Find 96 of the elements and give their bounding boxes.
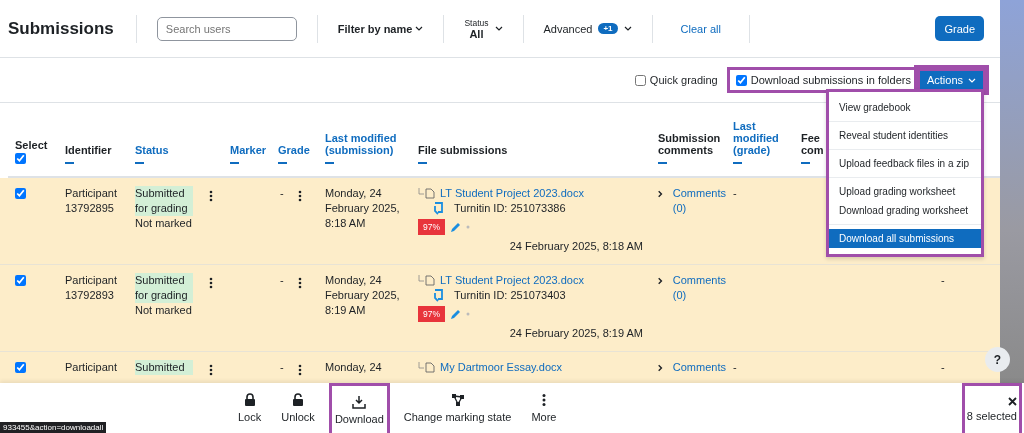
advanced-filter[interactable]: Advanced +1 — [523, 22, 652, 35]
grade-button[interactable]: Grade — [935, 16, 984, 41]
column-header[interactable]: Grade — [278, 144, 318, 156]
column-header[interactable]: Marker — [230, 144, 271, 156]
checkbox-label[interactable]: Quick grading — [649, 74, 718, 86]
feedback-text: - — [941, 361, 945, 373]
column-header: Identifier — [65, 144, 113, 156]
marking-state: Not marked — [135, 304, 192, 316]
modified-date: Monday, 24 — [325, 360, 383, 375]
row-checkbox[interactable] — [15, 188, 26, 199]
grade-modified-text: - — [733, 361, 737, 373]
chevron-down-icon — [415, 26, 424, 31]
lock-icon — [242, 393, 257, 407]
menu-item[interactable]: Reveal student identities — [829, 126, 981, 145]
file-link[interactable]: LT Student Project 2023.docx — [440, 273, 584, 288]
column-header: File submissions — [418, 144, 509, 156]
feedback-text: - — [941, 274, 945, 286]
menu-item[interactable]: View gradebook — [829, 98, 981, 117]
chevron-right-icon[interactable] — [658, 189, 663, 199]
column-header[interactable]: Last modified (grade) — [733, 120, 794, 156]
nodes-icon — [450, 393, 465, 407]
comments-link[interactable]: Comments (0) — [672, 273, 726, 303]
column-header: Fee com — [801, 132, 821, 156]
search-field[interactable]: Search users — [156, 16, 297, 41]
kebab-icon[interactable] — [209, 277, 213, 289]
marking-state: Not marked — [135, 217, 192, 229]
identifier-text: Participant — [65, 361, 117, 373]
kebab-icon[interactable] — [209, 190, 213, 202]
status-badge: Submitted — [135, 360, 193, 375]
chevron-down-icon — [623, 26, 632, 31]
comments-link[interactable]: Comments (0) — [672, 186, 726, 216]
column-header: Submission comments — [658, 132, 722, 156]
chevron-right-icon[interactable] — [658, 276, 663, 286]
grade-text: - — [280, 273, 284, 288]
row-checkbox[interactable] — [15, 362, 26, 373]
file-tree-icon — [418, 188, 436, 199]
status-url: 933455&action=downloadall — [0, 422, 107, 433]
grade-text: - — [280, 360, 284, 375]
kebab-icon[interactable] — [297, 364, 302, 376]
kebab-icon[interactable] — [297, 190, 302, 202]
file-date: 24 February 2025, 8:18 AM — [509, 240, 643, 252]
file-tree-icon — [418, 275, 436, 286]
menu-item[interactable]: Download grading worksheet — [829, 201, 981, 220]
kebab-icon[interactable] — [209, 364, 213, 376]
file-link[interactable]: My Dartmoor Essay.docx — [440, 360, 563, 375]
column-header[interactable]: Last modified (submission) — [325, 132, 411, 156]
kebab-icon[interactable] — [297, 277, 302, 289]
column-header[interactable]: Status — [135, 144, 223, 156]
row-checkbox[interactable] — [15, 275, 26, 286]
close-icon[interactable] — [1008, 397, 1017, 406]
dot-icon — [466, 225, 470, 229]
selection-count: 8 selected — [966, 410, 1017, 422]
file-link[interactable]: LT Student Project 2023.docx — [440, 186, 584, 201]
column-header: Select — [15, 139, 49, 151]
actions-button[interactable]: Actions — [916, 68, 986, 92]
clear-all-link[interactable]: Clear all — [652, 22, 749, 35]
identifier-text: Participant 13792893 — [65, 274, 117, 301]
menu-item[interactable]: Upload grading worksheet — [829, 182, 981, 201]
status-badge: Submitted for grading — [135, 186, 193, 216]
similarity-score[interactable]: 97% — [418, 219, 445, 235]
pencil-icon[interactable] — [450, 221, 461, 233]
turnitin-id: Turnitin ID: 251073403 — [454, 288, 566, 303]
grade-modified-text: - — [733, 187, 737, 199]
bulk-action-button[interactable]: Unlock — [275, 383, 321, 433]
comments-link[interactable]: Comments — [672, 360, 726, 375]
checkbox-label[interactable]: Download submissions in folders — [750, 74, 911, 86]
menu-item[interactable]: Upload feedback files in a zip — [829, 154, 981, 173]
select-all-checkbox[interactable] — [15, 153, 26, 164]
similarity-score[interactable]: 97% — [418, 306, 445, 322]
status-filter[interactable]: Status All — [444, 17, 523, 40]
bulk-action-button[interactable]: Download — [328, 383, 390, 433]
page-title: Submissions — [8, 18, 115, 39]
chevron-right-icon[interactable] — [658, 363, 663, 373]
chevron-down-icon — [494, 26, 503, 31]
modified-date: Monday, 24 February 2025, 8:19 AM — [325, 273, 401, 318]
status-badge: Submitted for grading — [135, 273, 193, 303]
modified-date: Monday, 24 February 2025, 8:18 AM — [325, 186, 401, 231]
file-tree-icon — [418, 362, 436, 373]
turnitin-icon[interactable] — [432, 201, 444, 216]
grade-text: - — [280, 186, 284, 201]
identifier-text: Participant 13792895 — [65, 187, 117, 214]
download-icon — [352, 394, 367, 409]
checkbox[interactable] — [735, 74, 747, 86]
checkbox[interactable] — [634, 74, 646, 86]
turnitin-icon[interactable] — [432, 288, 444, 303]
filter-by-name-button[interactable]: Filter by name — [317, 22, 444, 35]
menu-item[interactable]: Download all submissions — [829, 229, 981, 248]
chevron-down-icon — [968, 77, 976, 83]
pencil-icon[interactable] — [450, 308, 461, 320]
file-date: 24 February 2025, 8:19 AM — [509, 327, 643, 339]
turnitin-id: Turnitin ID: 251073386 — [454, 201, 566, 216]
bulk-action-button[interactable]: More — [525, 383, 563, 433]
bulk-action-button[interactable]: Lock — [232, 383, 268, 433]
unlock-icon — [291, 393, 306, 407]
bulk-action-button[interactable]: Change marking state — [397, 383, 518, 433]
dot-icon — [466, 312, 470, 316]
